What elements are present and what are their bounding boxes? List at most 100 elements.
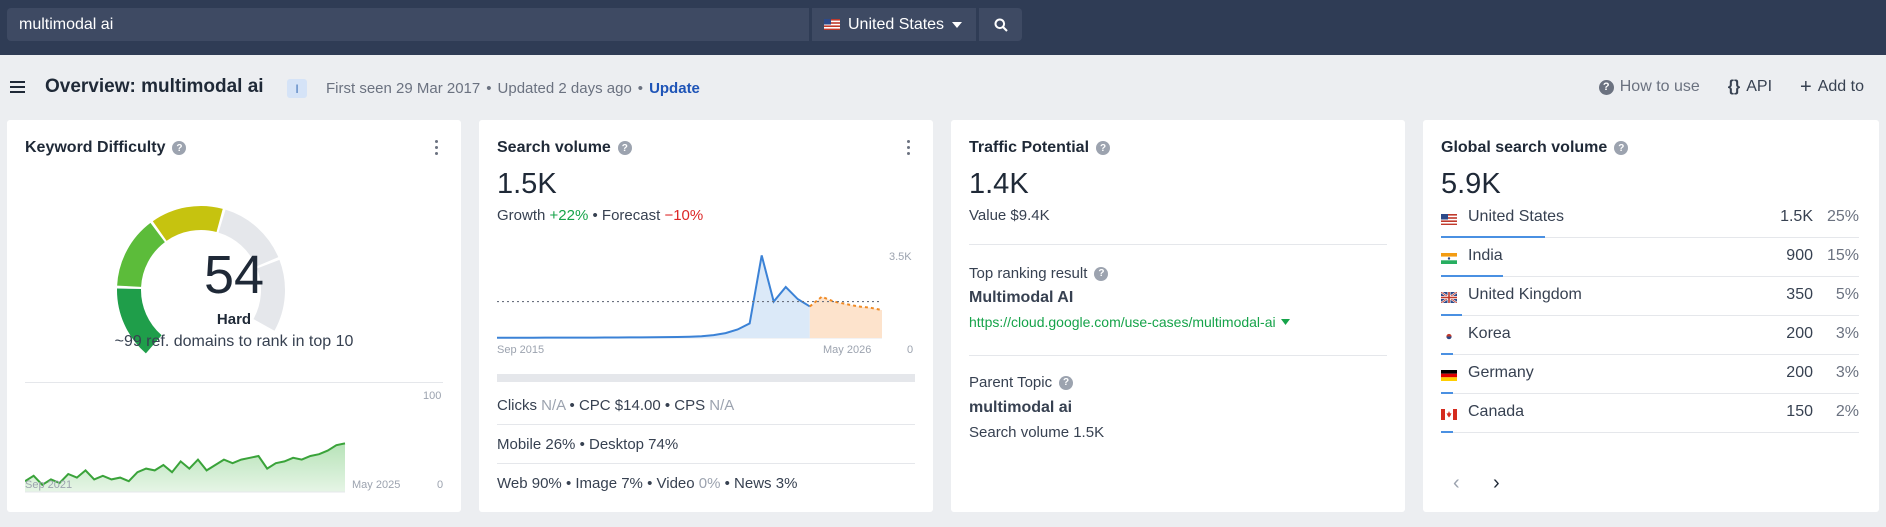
parent-topic-volume: Search volume 1.5K: [969, 424, 1105, 441]
card-title: Traffic Potential ?: [969, 139, 1111, 157]
difficulty-score: 54: [203, 245, 265, 305]
chart-x-end: May 2026: [823, 344, 872, 356]
country-name: United Kingdom: [1468, 286, 1582, 303]
country-name: United States: [1468, 208, 1565, 225]
united-kingdom-flag-icon: [1440, 290, 1458, 304]
country-pct: 15%: [1826, 247, 1859, 264]
more-options-icon[interactable]: [435, 140, 439, 158]
global-volume-value: 5.9K: [1441, 168, 1501, 200]
india-flag-icon: [1441, 251, 1457, 264]
api-button[interactable]: {} API: [1728, 78, 1772, 96]
chart-scrollbar[interactable]: [497, 374, 915, 382]
country-name: Canada: [1468, 403, 1525, 420]
chart-y-max: 100: [423, 390, 442, 402]
country-row[interactable]: Canada 150 2%: [1441, 394, 1859, 433]
braces-icon: {}: [1727, 78, 1741, 95]
forecast-area: [809, 296, 882, 338]
country-name: India: [1468, 247, 1503, 264]
parent-topic-label: Parent Topic ?: [969, 374, 1074, 391]
difficulty-sub: ~99 ref. domains to rank in top 10: [114, 333, 354, 350]
search-button[interactable]: [979, 8, 1022, 41]
add-to-button[interactable]: + Add to: [1800, 76, 1864, 98]
chart-y-max: 3.5K: [889, 251, 912, 263]
germany-flag-icon: [1441, 368, 1457, 381]
country-name: Korea: [1468, 325, 1511, 342]
country-volume: 1.5K: [1780, 208, 1813, 225]
volume-area: [497, 255, 810, 338]
page-title: Overview: multimodal ai: [45, 76, 264, 97]
help-icon[interactable]: ?: [617, 141, 632, 155]
traffic-potential-card: Traffic Potential ? 1.4K Value $9.4K Top…: [951, 120, 1405, 512]
country-volume: 350: [1786, 286, 1813, 303]
country-row[interactable]: India 900 15%: [1441, 238, 1859, 277]
top-ranking-title-link[interactable]: Multimodal AI: [969, 289, 1073, 307]
header-actions: ? How to use {} API + Add to: [1598, 76, 1864, 98]
chart-y-min: 0: [437, 479, 444, 491]
country-select[interactable]: United States: [812, 8, 976, 41]
chart-x-start: Sep 2015: [497, 344, 545, 356]
serp-type-line: Web 90% • Image 7% • Video 0% • News 3%: [497, 475, 798, 492]
difficulty-label: Hard: [216, 311, 252, 328]
country-pct: 25%: [1826, 208, 1859, 225]
country-pct: 2%: [1835, 403, 1859, 420]
intent-badge[interactable]: I: [287, 79, 307, 98]
next-page-button[interactable]: ›: [1493, 472, 1500, 495]
more-options-icon[interactable]: [907, 140, 911, 158]
help-icon[interactable]: ?: [1096, 141, 1111, 155]
search-icon: [994, 18, 1008, 32]
parent-topic-link[interactable]: multimodal ai: [969, 399, 1072, 417]
top-ranking-url[interactable]: https://cloud.google.com/use-cases/multi…: [969, 314, 1290, 330]
global-search-volume-card: Global search volume ? 5.9K United State…: [1423, 120, 1879, 512]
how-to-use-button[interactable]: ? How to use: [1598, 78, 1700, 96]
chevron-down-icon: [1280, 319, 1290, 325]
menu-icon[interactable]: [10, 81, 25, 94]
country-pct: 5%: [1835, 286, 1859, 303]
card-title: Search volume ?: [497, 139, 632, 157]
chevron-down-icon: [952, 21, 963, 28]
help-icon[interactable]: ?: [1094, 266, 1109, 281]
search-volume-value: 1.5K: [497, 168, 557, 200]
country-volume: 900: [1786, 247, 1813, 264]
chart-x-end: May 2025: [352, 479, 401, 491]
country-row[interactable]: United Kingdom 350 5%: [1440, 277, 1859, 316]
growth-line: Growth +22% • Forecast −10%: [497, 207, 704, 224]
country-pct: 3%: [1835, 325, 1859, 342]
chart-y-min: 0: [907, 344, 914, 356]
united-states-flag-icon: [1441, 212, 1457, 225]
first-seen: First seen 29 Mar 2017: [326, 80, 481, 97]
country-row[interactable]: Germany 200 3%: [1441, 355, 1859, 394]
plus-icon: +: [1800, 76, 1812, 98]
keyword-search-input[interactable]: [7, 8, 809, 41]
help-icon[interactable]: ?: [1059, 375, 1074, 390]
top-bar: United States: [0, 0, 1886, 55]
help-icon[interactable]: ?: [172, 141, 187, 155]
traffic-value-text: Value $9.4K: [969, 207, 1050, 224]
chart-x-start: Sep 2021: [25, 479, 73, 491]
keyword-difficulty-card: Keyword Difficulty ? 54 Hard ~99 ref. do…: [7, 120, 461, 512]
help-icon[interactable]: ?: [1614, 141, 1629, 155]
korea-flag-icon: [1441, 329, 1457, 342]
prev-page-button[interactable]: ‹: [1453, 472, 1460, 495]
country-volume: 200: [1786, 364, 1813, 381]
country-row[interactable]: Korea 200 3%: [1441, 316, 1859, 355]
update-link[interactable]: Update: [649, 80, 700, 97]
search-volume-chart: [497, 255, 882, 339]
country-volume: 200: [1786, 325, 1813, 342]
canada-flag-icon: [1441, 407, 1457, 420]
country-row[interactable]: United States 1.5K 25%: [1441, 199, 1859, 238]
meta-line: First seen 29 Mar 2017 • Updated 2 days …: [326, 80, 700, 97]
country-share-bar: [1441, 431, 1453, 433]
gauge-segment: [152, 206, 223, 241]
card-title: Global search volume ?: [1441, 139, 1629, 157]
country-volume: 150: [1786, 403, 1813, 420]
updated-text: Updated 2 days ago: [497, 80, 632, 97]
search-volume-card: Search volume ? 1.5K Growth +22% • Forec…: [479, 120, 933, 512]
help-icon: ?: [1598, 79, 1614, 95]
top-ranking-label: Top ranking result ?: [969, 265, 1109, 282]
country-select-label: United States: [848, 15, 945, 33]
device-line: Mobile 26% • Desktop 74%: [497, 436, 679, 453]
country-pct: 3%: [1835, 364, 1859, 381]
us-flag-icon: [824, 19, 840, 30]
card-title: Keyword Difficulty ?: [25, 139, 187, 157]
traffic-potential-value: 1.4K: [969, 168, 1029, 200]
